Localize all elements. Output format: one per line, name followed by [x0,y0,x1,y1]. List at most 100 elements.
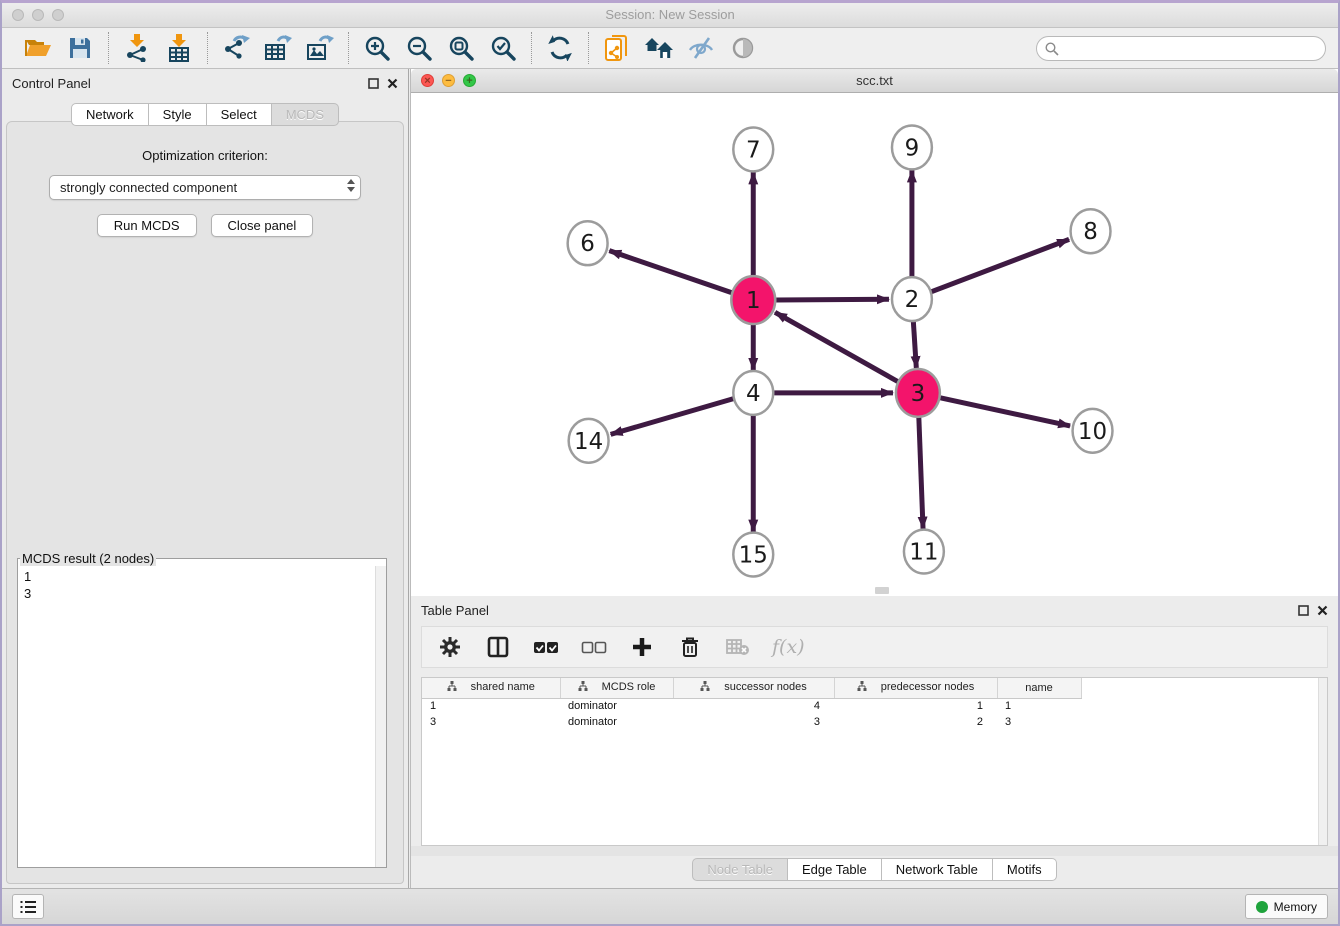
graph-edge-2-3[interactable] [913,320,916,368]
tab-network-table[interactable]: Network Table [882,858,993,881]
zoom-in-icon[interactable] [359,31,395,65]
open-file-icon[interactable] [20,31,56,65]
zoom-selected-icon[interactable] [485,31,521,65]
hide-eye-icon[interactable] [683,31,719,65]
graph-edge-3-10[interactable] [940,398,1070,426]
close-panel-icon[interactable] [387,78,398,89]
table-cell[interactable]: 1 [422,698,560,714]
function-builder-icon[interactable]: f(x) [772,636,805,658]
control-panel-title: Control Panel [12,76,368,91]
table-cell[interactable]: 1 [997,698,1081,714]
table-cell[interactable]: 3 [422,714,560,730]
task-history-button[interactable] [12,894,44,919]
network-canvas[interactable]: 1 2 3 4 6 7 8 9 10 11 14 15 [411,93,1338,595]
table-scrollbar[interactable] [1318,678,1327,845]
graph-edge-3-1[interactable] [775,312,898,381]
show-column-panel-icon[interactable] [484,630,512,664]
table-cell[interactable]: 4 [673,698,834,714]
tab-network[interactable]: Network [71,103,149,126]
create-column-plus-icon[interactable] [628,630,656,664]
zoom-out-icon[interactable] [401,31,437,65]
tab-select[interactable]: Select [207,103,272,126]
column-header-predecessor-nodes[interactable]: predecessor nodes [834,678,997,698]
export-image-icon[interactable] [302,31,338,65]
graph-node-8[interactable]: 8 [1071,209,1111,253]
clone-network-icon[interactable] [599,31,635,65]
network-window-titlebar[interactable]: × − + scc.txt [411,69,1338,93]
graph-edge-4-14[interactable] [611,399,733,435]
home-networks-icon[interactable] [641,31,677,65]
float-table-panel-icon[interactable] [1298,605,1309,616]
tab-edge-table[interactable]: Edge Table [788,858,882,881]
control-panel: Control Panel NetworkStyleSelectMCDS Opt… [2,69,409,888]
column-header-name[interactable]: name [997,678,1081,698]
node-table[interactable]: shared nameMCDS rolesuccessor nodesprede… [421,677,1328,846]
memory-button[interactable]: Memory [1245,894,1328,919]
table-cell[interactable]: 2 [834,714,997,730]
search-input[interactable] [1064,42,1317,56]
optimization-criterion-label: Optimization criterion: [7,148,403,163]
delete-table-icon[interactable] [724,630,752,664]
table-cell[interactable]: dominator [560,698,673,714]
unselect-all-icon[interactable] [580,630,608,664]
dropdown-stepper-icon [347,179,355,192]
graph-node-2[interactable]: 2 [892,277,932,321]
resize-grip[interactable] [875,587,889,594]
graph-node-7[interactable]: 7 [733,127,773,171]
zoom-fit-icon[interactable] [443,31,479,65]
shared-column-icon [857,681,867,694]
criterion-dropdown[interactable]: strongly connected component [49,175,361,200]
export-network-icon[interactable] [218,31,254,65]
refresh-view-icon[interactable] [542,31,578,65]
import-table-icon[interactable] [161,31,197,65]
shared-column-icon [447,681,457,694]
table-row[interactable]: 3dominator323 [422,714,1081,730]
graph-node-3[interactable]: 3 [896,369,940,417]
tab-node-table[interactable]: Node Table [692,858,788,881]
network-graph[interactable]: 1 2 3 4 6 7 8 9 10 11 14 15 [411,93,1338,595]
export-table-icon[interactable] [260,31,296,65]
save-session-icon[interactable] [62,31,98,65]
select-all-icon[interactable] [532,630,560,664]
tab-mcds[interactable]: MCDS [272,103,339,126]
result-scrollbar[interactable] [375,566,386,867]
close-table-panel-icon[interactable] [1317,605,1328,616]
graph-node-11[interactable]: 11 [904,530,944,574]
show-eye-icon[interactable] [725,31,761,65]
main-titlebar: Session: New Session [2,3,1338,28]
close-panel-button[interactable]: Close panel [211,214,314,237]
graph-node-4[interactable]: 4 [733,371,773,415]
run-mcds-button[interactable]: Run MCDS [97,214,197,237]
column-header-successor-nodes[interactable]: successor nodes [673,678,834,698]
table-cell[interactable]: 3 [673,714,834,730]
table-settings-gear-icon[interactable] [436,630,464,664]
search-box[interactable] [1036,36,1326,61]
table-tabs: Node TableEdge TableNetwork TableMotifs [411,858,1338,881]
table-row[interactable]: 1dominator411 [422,698,1081,714]
mcds-result-area[interactable]: 1 3 [18,566,386,867]
float-panel-icon[interactable] [368,78,379,89]
column-header-MCDS-role[interactable]: MCDS role [560,678,673,698]
svg-text:8: 8 [1083,219,1098,245]
tab-motifs[interactable]: Motifs [993,858,1057,881]
graph-edge-1-6[interactable] [609,251,731,293]
import-network-icon[interactable] [119,31,155,65]
column-header-shared-name[interactable]: shared name [422,678,560,698]
graph-node-6[interactable]: 6 [568,221,608,265]
graph-edge-3-11[interactable] [919,416,923,529]
table-cell[interactable]: dominator [560,714,673,730]
graph-node-14[interactable]: 14 [569,419,609,463]
svg-text:3: 3 [911,381,926,407]
table-cell[interactable]: 1 [834,698,997,714]
graph-node-9[interactable]: 9 [892,125,932,169]
graph-node-15[interactable]: 15 [733,533,773,577]
graph-node-10[interactable]: 10 [1073,409,1113,453]
table-cell[interactable]: 3 [997,714,1081,730]
tab-style[interactable]: Style [149,103,207,126]
window-title: Session: New Session [2,7,1338,22]
graph-edge-2-8[interactable] [932,239,1070,291]
graph-edge-1-2[interactable] [776,299,889,300]
graph-node-1[interactable]: 1 [731,276,775,324]
svg-text:7: 7 [746,137,761,163]
delete-column-trash-icon[interactable] [676,630,704,664]
